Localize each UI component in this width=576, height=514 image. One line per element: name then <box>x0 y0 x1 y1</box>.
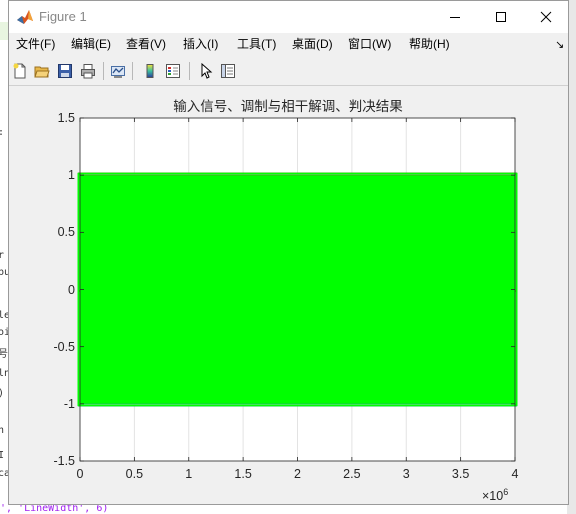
x-tick-label: 2.5 <box>343 467 361 481</box>
x-tick-label: 1 <box>185 467 193 481</box>
x-tick-label: 0.5 <box>125 467 144 481</box>
x-tick-label: 2 <box>294 467 301 481</box>
x-tick-label: 3 <box>402 467 410 481</box>
x-axis-exponent: ×106 <box>482 487 509 504</box>
y-tick-label: 1.5 <box>57 111 75 125</box>
x-tick-label: 4 <box>511 467 519 481</box>
y-tick-label: 0.5 <box>57 225 75 240</box>
x-tick-label: 0 <box>76 467 84 481</box>
y-tick-label: 1 <box>68 168 75 183</box>
series-band-green <box>80 175 515 404</box>
y-tick-label: -0.5 <box>53 339 75 354</box>
y-tick-label: 0 <box>68 282 75 297</box>
y-tick-label: -1 <box>63 396 75 411</box>
y-tick-label: -1.5 <box>53 454 75 468</box>
plot-axes[interactable] <box>0 0 576 514</box>
x-tick-label: 3.5 <box>451 467 470 481</box>
x-tick-label: 1.5 <box>234 467 252 481</box>
